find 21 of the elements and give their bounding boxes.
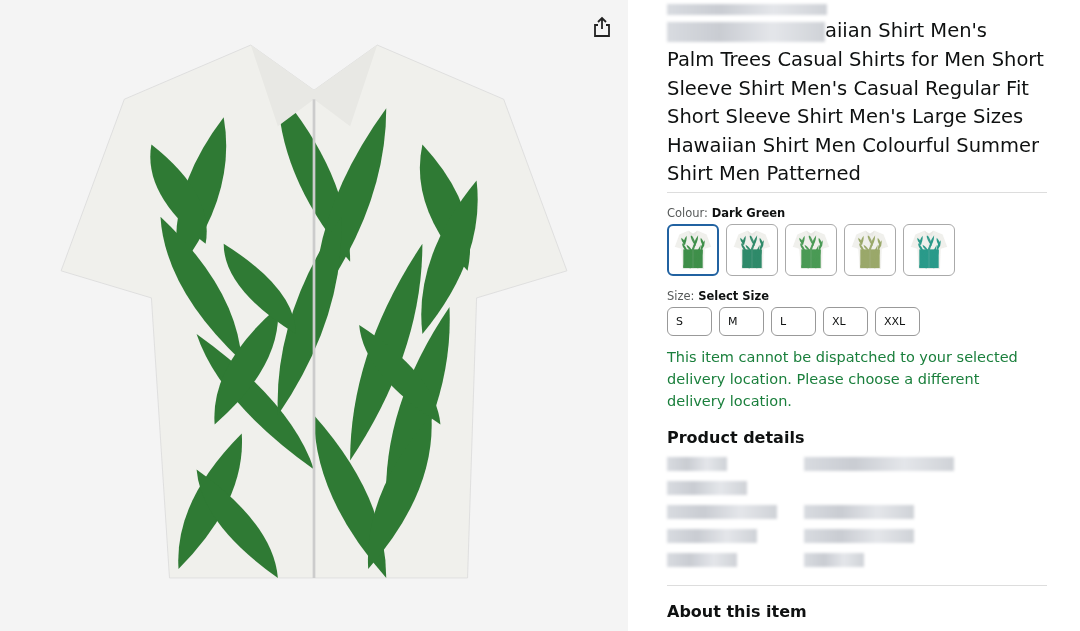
product-title: aiian Shirt Men's [825,18,987,45]
size-option[interactable]: L [771,307,816,336]
colour-swatch[interactable] [785,224,837,276]
section-heading: About this item [667,602,808,621]
colour-swatch[interactable] [726,224,778,276]
colour-swatch[interactable] [667,224,719,276]
redacted-text [667,553,737,567]
redacted-text [804,553,864,567]
colour-label: Colour: Dark Green [667,206,787,220]
colour-swatch[interactable] [903,224,955,276]
product-title: Palm Trees Casual Shirts for Men Short Sleeve Shirt Men's Casual Regular Fit Short Sleeve Shirt Men's Large Sizes Hawaiian Shirt Men Colourful Summer Shirt Men Patterned [667,47,1045,188]
share-icon[interactable] [592,16,612,38]
size-option[interactable]: M [719,307,764,336]
size-option[interactable]: S [667,307,712,336]
section-heading: Product details [667,428,806,447]
colour-swatch[interactable] [844,224,896,276]
size-label: Size: Select Size [667,289,770,303]
dispatch-notice: This item cannot be dispatched to your selected delivery location. Please choose a different delivery location. [667,348,1019,411]
redacted-text [667,457,727,471]
size-option[interactable]: XL [823,307,868,336]
size-option[interactable]: XXL [875,307,920,336]
